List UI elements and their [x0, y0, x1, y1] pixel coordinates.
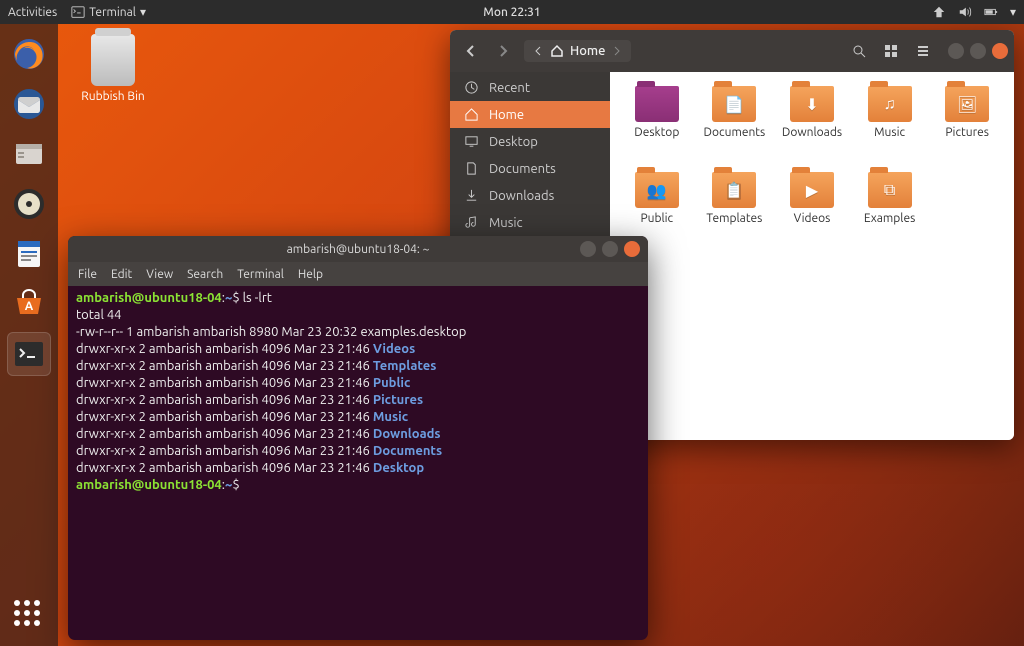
path-label: Home: [570, 44, 605, 58]
activities-button[interactable]: Activities: [8, 6, 57, 19]
path-back-arrow-icon: [534, 46, 544, 56]
home-icon: [550, 44, 564, 58]
desktop-trash[interactable]: Rubbish Bin: [72, 34, 154, 103]
folder-examples[interactable]: ⧉Examples: [853, 172, 927, 254]
menu-edit[interactable]: Edit: [111, 268, 132, 281]
folder-icon: ⬇: [790, 86, 834, 122]
dock-thunderbird[interactable]: [7, 82, 51, 126]
folder-icon: ▶: [790, 172, 834, 208]
terminal-icon: [71, 5, 85, 19]
system-menu-arrow[interactable]: ▾: [1010, 5, 1016, 19]
terminal-body[interactable]: ambarish@ubuntu18-04:~$ ls -lrt total 44…: [68, 286, 648, 498]
folder-pictures[interactable]: 🖼Pictures: [930, 86, 1004, 168]
volume-icon[interactable]: [958, 5, 972, 19]
svg-text:A: A: [25, 300, 34, 313]
folder-icon: ⧉: [868, 172, 912, 208]
dock-software[interactable]: A: [7, 282, 51, 326]
folder-icon: [635, 86, 679, 122]
path-forward-arrow-icon: [611, 46, 621, 56]
show-apps-button[interactable]: [14, 600, 44, 630]
window-maximize-button[interactable]: [602, 241, 618, 257]
files-grid: Desktop📄Documents⬇Downloads♫Music🖼Pictur…: [610, 72, 1014, 440]
path-bar[interactable]: Home: [524, 40, 631, 62]
sidebar-item-desktop[interactable]: Desktop: [450, 128, 610, 155]
folder-templates[interactable]: 📋Templates: [698, 172, 772, 254]
window-close-button[interactable]: [992, 43, 1008, 59]
window-minimize-button[interactable]: [948, 43, 964, 59]
search-button[interactable]: [844, 36, 874, 66]
dock-firefox[interactable]: [7, 32, 51, 76]
menu-terminal[interactable]: Terminal: [237, 268, 284, 281]
menu-view[interactable]: View: [146, 268, 173, 281]
music-icon: [464, 215, 479, 230]
window-maximize-button[interactable]: [970, 43, 986, 59]
menu-icon: [916, 44, 930, 58]
folder-icon: 👥: [635, 172, 679, 208]
desktop-icon: [464, 134, 479, 149]
hamburger-button[interactable]: [908, 36, 938, 66]
trash-label: Rubbish Bin: [72, 90, 154, 103]
dock-rhythmbox[interactable]: [7, 182, 51, 226]
folder-downloads[interactable]: ⬇Downloads: [775, 86, 849, 168]
menu-help[interactable]: Help: [298, 268, 323, 281]
folder-desktop[interactable]: Desktop: [620, 86, 694, 168]
dock-files[interactable]: [7, 132, 51, 176]
folder-documents[interactable]: 📄Documents: [698, 86, 772, 168]
sidebar-item-documents[interactable]: Documents: [450, 155, 610, 182]
window-close-button[interactable]: [624, 241, 640, 257]
dock-terminal[interactable]: [7, 332, 51, 376]
dock: A: [0, 24, 58, 646]
trash-icon: [91, 34, 135, 86]
folder-music[interactable]: ♫Music: [853, 86, 927, 168]
folder-icon: 📋: [712, 172, 756, 208]
doc-icon: [464, 161, 479, 176]
sidebar-item-recent[interactable]: Recent: [450, 74, 610, 101]
terminal-window: ambarish@ubuntu18-04: ~ File Edit View Sear…: [68, 236, 648, 640]
clock[interactable]: Mon 22:31: [483, 6, 540, 19]
terminal-titlebar[interactable]: ambarish@ubuntu18-04: ~: [68, 236, 648, 262]
sidebar-item-downloads[interactable]: Downloads: [450, 182, 610, 209]
home-icon: [464, 107, 479, 122]
view-grid-button[interactable]: [876, 36, 906, 66]
sidebar-item-music[interactable]: Music: [450, 209, 610, 236]
dock-libreoffice[interactable]: [7, 232, 51, 276]
sidebar-item-home[interactable]: Home: [450, 101, 610, 128]
network-icon[interactable]: [932, 5, 946, 19]
top-bar: Activities Terminal ▾ Mon 22:31 ▾: [0, 0, 1024, 24]
terminal-title: ambarish@ubuntu18-04: ~: [287, 243, 430, 256]
app-menu[interactable]: Terminal ▾: [71, 5, 146, 19]
menu-file[interactable]: File: [78, 268, 97, 281]
search-icon: [852, 44, 866, 58]
folder-icon: ♫: [868, 86, 912, 122]
nav-back-button[interactable]: [456, 36, 486, 66]
nav-forward-button[interactable]: [488, 36, 518, 66]
folder-icon: 📄: [712, 86, 756, 122]
folder-icon: 🖼: [945, 86, 989, 122]
window-minimize-button[interactable]: [580, 241, 596, 257]
menu-search[interactable]: Search: [187, 268, 223, 281]
clock-icon: [464, 80, 479, 95]
battery-icon[interactable]: [984, 5, 998, 19]
folder-videos[interactable]: ▶Videos: [775, 172, 849, 254]
files-header: Home: [450, 30, 1014, 72]
grid-icon: [884, 44, 898, 58]
download-icon: [464, 188, 479, 203]
terminal-menubar: File Edit View Search Terminal Help: [68, 262, 648, 286]
